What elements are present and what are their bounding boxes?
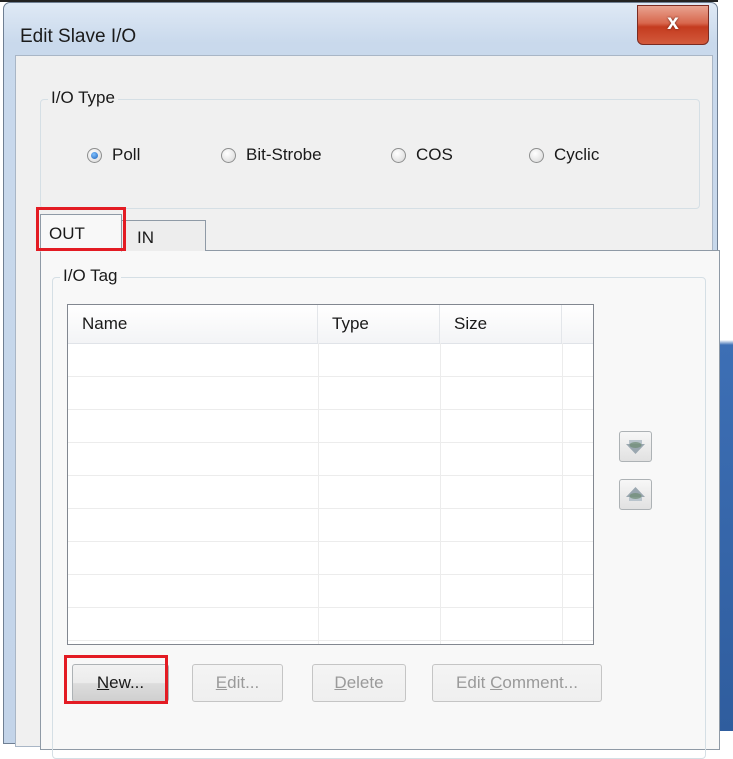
io-tag-list[interactable]: Name Type Size <box>67 304 594 645</box>
window-title: Edit Slave I/O <box>20 26 137 47</box>
new-button[interactable]: New... <box>72 664 169 702</box>
radio-cos-label: COS <box>416 145 453 164</box>
column-header-size[interactable]: Size <box>440 305 562 343</box>
radio-cyclic-indicator <box>529 147 544 163</box>
list-header: Name Type Size <box>68 305 593 344</box>
desktop-background <box>718 0 733 731</box>
radio-bit-strobe[interactable]: Bit-Strobe <box>221 145 322 165</box>
io-type-legend: I/O Type <box>48 88 118 108</box>
radio-cyclic-label: Cyclic <box>554 145 600 164</box>
tab-in-label: IN <box>137 228 154 247</box>
io-tag-legend: I/O Tag <box>60 266 121 286</box>
close-button[interactable]: x <box>637 5 709 45</box>
move-up-button[interactable] <box>619 479 652 510</box>
radio-bit-strobe-label: Bit-Strobe <box>246 145 322 164</box>
radio-bit-strobe-indicator <box>221 147 236 163</box>
radio-poll-label: Poll <box>112 145 141 164</box>
move-up-icon <box>626 487 645 501</box>
title-bar[interactable]: Edit Slave I/O x <box>4 3 717 55</box>
radio-cos-indicator <box>391 147 406 163</box>
tab-out[interactable]: OUT <box>40 214 122 252</box>
tab-in[interactable]: IN <box>116 220 206 251</box>
dialog-window: Edit Slave I/O x I/O Type Poll Bit-Strob… <box>3 2 720 759</box>
move-down-button[interactable] <box>619 431 652 462</box>
column-header-type[interactable]: Type <box>318 305 440 343</box>
column-header-extra[interactable] <box>562 305 593 343</box>
edit-comment-button[interactable]: Edit Comment... <box>432 664 602 702</box>
tab-out-label: OUT <box>49 224 85 243</box>
move-down-icon <box>626 440 645 454</box>
dialog-client-area: I/O Type Poll Bit-Strobe COS Cyclic IN O… <box>15 55 720 759</box>
io-type-group: I/O Type Poll Bit-Strobe COS Cyclic <box>40 88 700 209</box>
radio-cos[interactable]: COS <box>391 145 453 165</box>
column-header-name[interactable]: Name <box>68 305 318 343</box>
radio-cyclic[interactable]: Cyclic <box>529 145 599 165</box>
edit-button[interactable]: Edit... <box>192 664 283 702</box>
delete-button[interactable]: Delete <box>312 664 406 702</box>
radio-poll[interactable]: Poll <box>87 145 140 165</box>
close-icon: x <box>667 11 679 34</box>
radio-poll-indicator <box>87 147 102 163</box>
